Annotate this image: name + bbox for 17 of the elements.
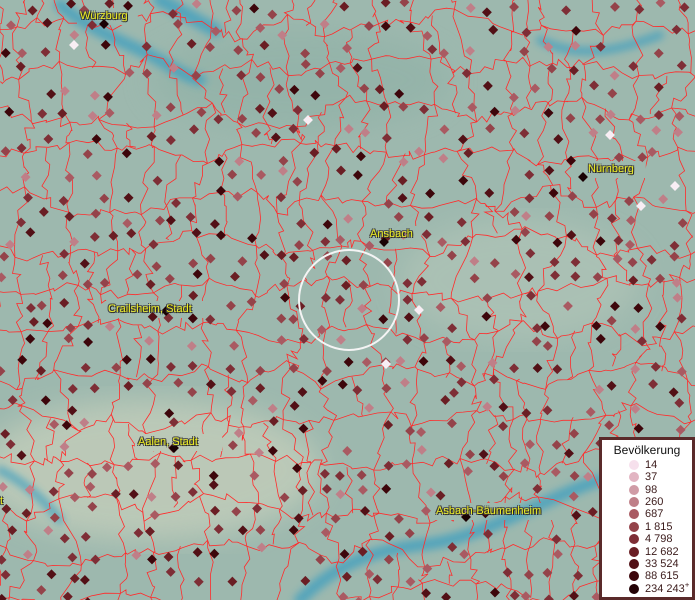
legend-title: Bevölkerung — [612, 442, 682, 457]
legend-label: 98 — [645, 484, 658, 496]
legend-label: 14 — [645, 458, 658, 471]
legend-label: 260 — [645, 496, 664, 508]
place-label: Aalen, Stadt — [138, 436, 198, 448]
place-label: Ansbach — [370, 228, 413, 240]
legend-label: 687 — [645, 508, 664, 520]
legend-label: 4 798 — [645, 533, 673, 546]
legend-label: 12 682 — [645, 546, 679, 558]
legend-label: 1 815 — [645, 520, 673, 533]
place-label: Nürnberg — [588, 163, 634, 175]
legend-label: 33 524 — [645, 558, 679, 570]
legend-label: 234 243$^{+}$ — [645, 582, 690, 595]
place-label: Würzburg — [80, 10, 128, 22]
place-label: t — [0, 495, 4, 507]
legend-label: 88 615 — [645, 570, 679, 582]
legend-label: 37 — [645, 471, 658, 484]
